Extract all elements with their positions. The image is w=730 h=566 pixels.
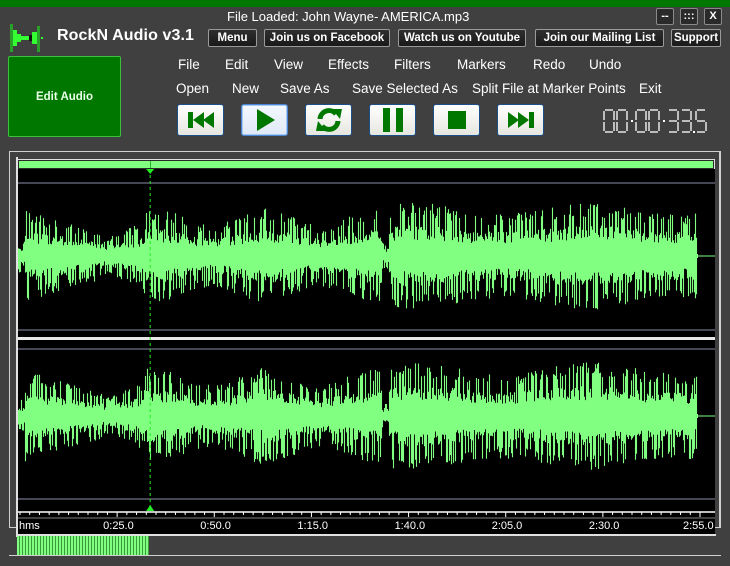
- app-logo-icon: [10, 24, 43, 52]
- loop-button[interactable]: [305, 104, 352, 136]
- edit-audio-button[interactable]: Edit Audio: [8, 56, 121, 137]
- ruler-unit-label: hms: [19, 520, 40, 532]
- waveform-canvas[interactable]: [18, 169, 715, 517]
- time-ruler: hms 0:25.0 0:50.0 1:15.0 1:40.0 2:05.0 2:30.0…: [18, 519, 715, 534]
- menu-edit[interactable]: Edit: [225, 57, 248, 72]
- menu-button[interactable]: Menu: [208, 29, 257, 47]
- skip-to-end-button[interactable]: [497, 104, 544, 136]
- menu-undo[interactable]: Undo: [589, 57, 621, 72]
- play-icon: [256, 109, 275, 131]
- timer-colon: [631, 120, 633, 122]
- timer-digit: [695, 109, 707, 133]
- ruler-tick-label: 2:30.0: [588, 520, 620, 532]
- playhead-bottom-marker: [146, 505, 155, 511]
- ruler-tick-label: 1:40.0: [394, 520, 426, 532]
- timer-digit: [669, 109, 679, 133]
- title-bar-accent: [0, 0, 730, 7]
- timer-digit: [635, 109, 647, 133]
- ruler-tick-label: 2:55.0: [683, 520, 714, 532]
- ruler-tick-label: 0:25.0: [103, 520, 134, 532]
- right-channel-waveform: [18, 362, 699, 470]
- playhead-top-marker: [146, 169, 155, 174]
- scrollbar-thumb[interactable]: [17, 536, 150, 555]
- skip-back-icon: [187, 112, 214, 128]
- ruler-tick-label: 0:50.0: [200, 520, 231, 532]
- menu-view[interactable]: View: [274, 57, 303, 72]
- menu-file[interactable]: File: [178, 57, 200, 72]
- timer-digit: [616, 109, 628, 133]
- app-title: RockN Audio v3.1: [57, 27, 195, 44]
- stop-button[interactable]: [433, 104, 480, 136]
- timer-digit: [682, 109, 692, 133]
- maximize-button[interactable]: :::: [680, 8, 698, 25]
- support-button[interactable]: Support: [671, 29, 721, 47]
- menu-split-file[interactable]: Split File at Marker Points: [472, 81, 626, 96]
- timer-digit: [648, 109, 660, 133]
- menu-new[interactable]: New: [232, 81, 259, 96]
- loop-icon: [315, 108, 342, 132]
- mailing-list-button[interactable]: Join our Mailing List: [535, 29, 664, 47]
- stop-icon: [447, 111, 466, 129]
- panel-border: [719, 151, 721, 528]
- menu-save-as[interactable]: Save As: [280, 81, 330, 96]
- close-button[interactable]: X: [704, 8, 722, 25]
- menu-save-selected-as[interactable]: Save Selected As: [352, 81, 458, 96]
- menu-open[interactable]: Open: [176, 81, 209, 96]
- menu-effects[interactable]: Effects: [328, 57, 369, 72]
- timer-colon: [663, 120, 665, 122]
- overview-bar[interactable]: [17, 159, 715, 170]
- overview-playhead-marker: [150, 161, 152, 168]
- horizontal-scrollbar[interactable]: [17, 536, 714, 555]
- menu-redo[interactable]: Redo: [533, 57, 565, 72]
- pause-button[interactable]: [369, 104, 416, 136]
- minimize-button[interactable]: --: [656, 8, 674, 25]
- facebook-button[interactable]: Join us on Facebook: [264, 29, 390, 47]
- timer-decimal: [693, 131, 695, 133]
- menu-markers[interactable]: Markers: [457, 57, 506, 72]
- play-button[interactable]: [241, 104, 288, 136]
- channel-separator: [18, 337, 715, 340]
- menu-exit[interactable]: Exit: [639, 81, 662, 96]
- time-display: [603, 109, 707, 133]
- menu-filters[interactable]: Filters: [394, 57, 431, 72]
- rewind-to-start-button[interactable]: [177, 104, 224, 136]
- left-channel-waveform: [18, 203, 699, 310]
- youtube-button[interactable]: Watch us on Youtube: [398, 29, 526, 47]
- timer-digit: [603, 109, 615, 133]
- ruler-tick-label: 2:05.0: [491, 520, 523, 532]
- file-loaded-label: File Loaded: John Wayne- AMERICA.mp3: [227, 9, 470, 24]
- skip-forward-icon: [507, 112, 534, 128]
- pause-icon: [382, 108, 403, 132]
- panel-bottom-border: [9, 555, 721, 556]
- ruler-tick-label: 1:15.0: [297, 520, 329, 532]
